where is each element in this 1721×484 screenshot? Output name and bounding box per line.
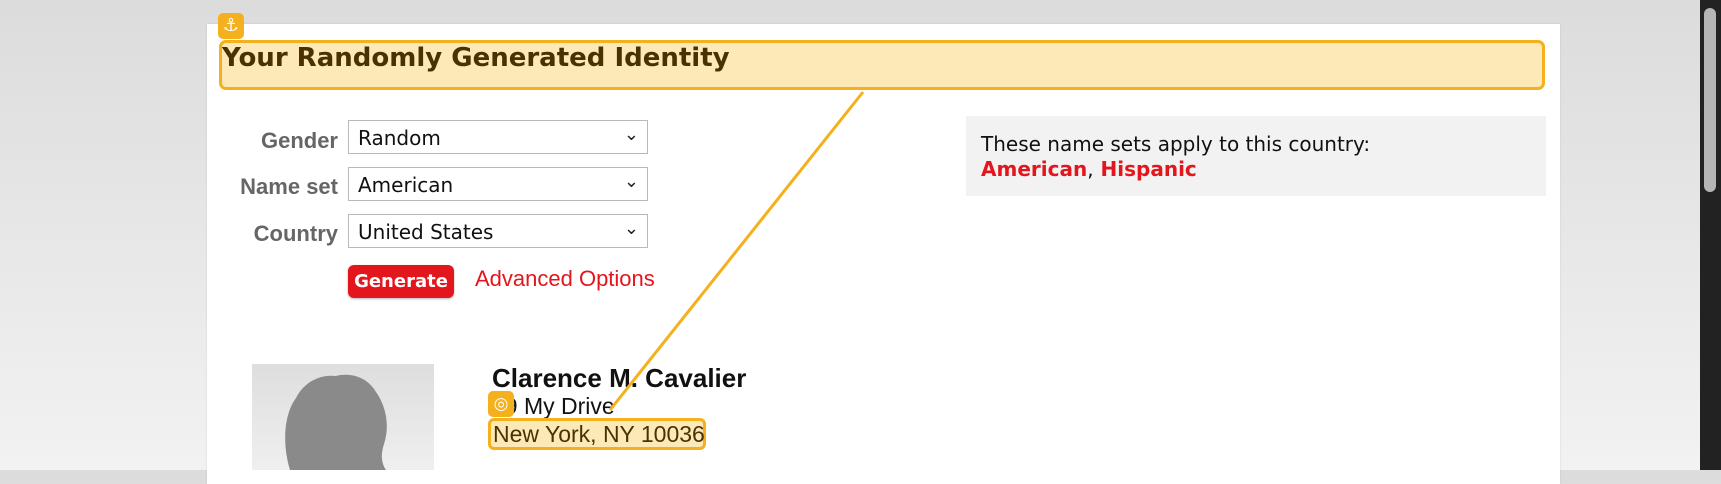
scrollbar-thumb[interactable] — [1704, 8, 1716, 192]
target-icon: ◎ — [488, 391, 514, 417]
annotation-connector-line — [608, 91, 865, 411]
